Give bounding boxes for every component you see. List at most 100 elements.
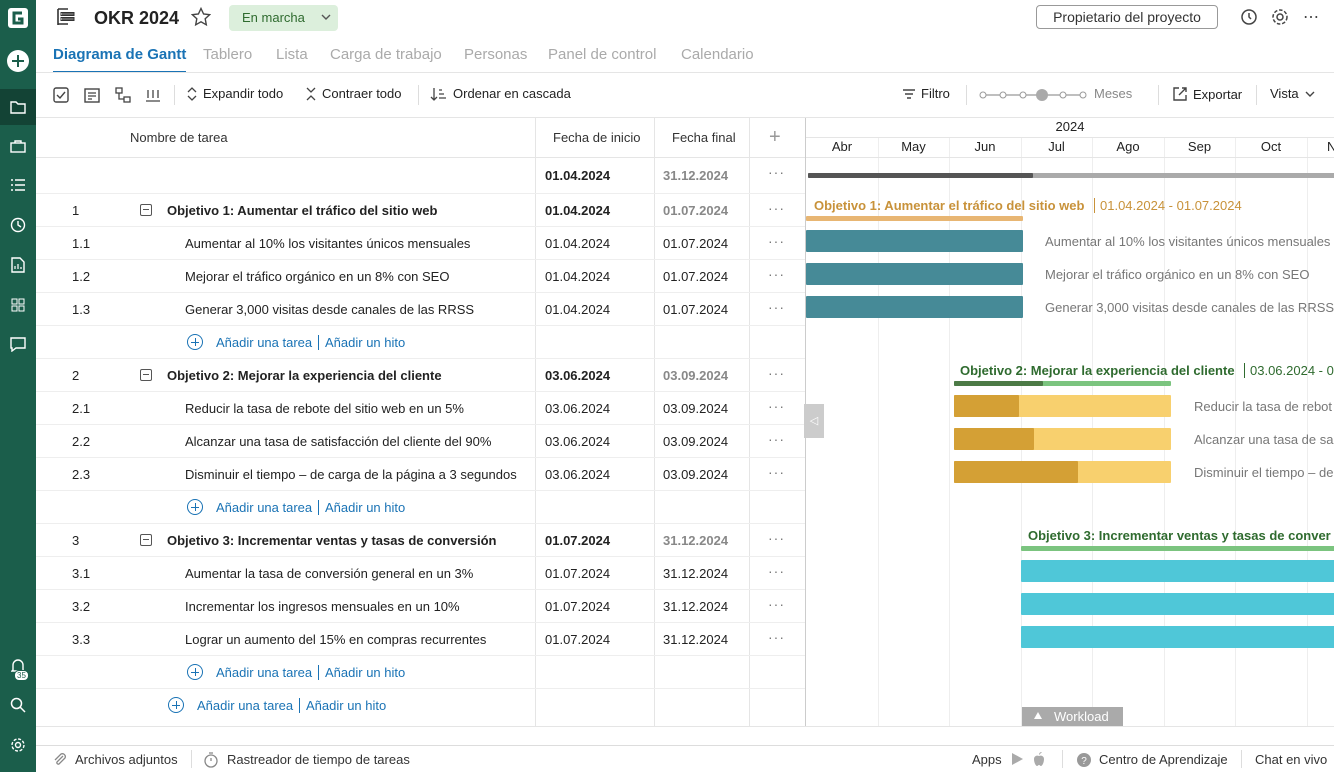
apps-grid-icon[interactable] — [0, 287, 36, 323]
task-start-date[interactable]: 03.06.2024 — [545, 434, 610, 449]
portfolio-briefcase-icon[interactable] — [0, 128, 36, 164]
task-bar[interactable] — [806, 263, 1023, 285]
settings-gear-icon[interactable] — [0, 727, 36, 763]
task-start-date[interactable]: 03.06.2024 — [545, 401, 610, 416]
add-milestone-link[interactable]: Añadir un hito — [318, 665, 405, 680]
more-options-icon[interactable]: ⋯ — [1303, 7, 1320, 27]
task-name[interactable]: Aumentar al 10% los visitantes únicos me… — [185, 236, 470, 251]
task-end-date[interactable]: 03.09.2024 — [663, 434, 728, 449]
task-end-date[interactable]: 31.12.2024 — [663, 632, 728, 647]
select-checkbox-icon[interactable] — [52, 86, 70, 104]
task-row[interactable]: 3.1 Aumentar la tasa de conversión gener… — [36, 557, 805, 590]
row-more-icon[interactable]: ··· — [768, 398, 785, 414]
row-more-icon[interactable]: ··· — [768, 431, 785, 447]
task-name[interactable]: Generar 3,000 visitas desde canales de l… — [185, 302, 474, 317]
task-name[interactable]: Aumentar la tasa de conversión general e… — [185, 566, 473, 581]
task-end-date[interactable]: 31.12.2024 — [663, 533, 728, 548]
task-name[interactable]: Alcanzar una tasa de satisfacción del cl… — [185, 434, 491, 449]
filter-button[interactable]: Filtro — [902, 86, 950, 101]
tab-calendar[interactable]: Calendario — [681, 46, 754, 63]
export-button[interactable]: Exportar — [1172, 86, 1242, 102]
tab-board[interactable]: Tablero — [203, 46, 252, 63]
row-more-icon[interactable]: ··· — [768, 365, 785, 381]
task-end-date[interactable]: 31.12.2024 — [663, 566, 728, 581]
view-dropdown[interactable]: Vista — [1270, 86, 1316, 101]
row-more-icon[interactable]: ··· — [768, 563, 785, 579]
task-bar[interactable] — [1021, 560, 1334, 582]
collapse-grid-handle-icon[interactable]: ◁ — [804, 404, 824, 438]
task-row[interactable]: 3.2 Incrementar los ingresos mensuales e… — [36, 590, 805, 623]
project-settings-gear-icon[interactable] — [1271, 8, 1289, 29]
task-start-date[interactable]: 01.07.2024 — [545, 599, 610, 614]
expand-all-button[interactable]: Expandir todo — [186, 86, 283, 101]
task-end-date[interactable]: 31.12.2024 — [663, 599, 728, 614]
task-name[interactable]: Objetivo 3: Incrementar ventas y tasas d… — [167, 533, 496, 548]
add-milestone-link[interactable]: Añadir un hito — [299, 698, 386, 713]
task-end-date[interactable]: 01.07.2024 — [663, 302, 728, 317]
task-name[interactable]: Objetivo 2: Mejorar la experiencia del c… — [167, 368, 442, 383]
list-icon[interactable] — [0, 167, 36, 203]
add-milestone-link[interactable]: Añadir un hito — [318, 335, 405, 350]
tab-dashboard[interactable]: Panel de control — [548, 46, 656, 63]
apple-store-icon[interactable] — [1032, 752, 1046, 771]
add-plus-icon[interactable] — [187, 664, 203, 680]
column-header-start-date[interactable]: Fecha de inicio — [553, 130, 640, 145]
attachments-link[interactable]: Archivos adjuntos — [75, 752, 178, 767]
task-end-date[interactable]: 03.09.2024 — [663, 401, 728, 416]
task-name[interactable]: Lograr un aumento del 15% en compras rec… — [185, 632, 486, 647]
row-more-icon[interactable]: ··· — [768, 530, 785, 546]
task-end-date[interactable]: 03.09.2024 — [663, 368, 728, 383]
task-end-date[interactable]: 01.07.2024 — [663, 203, 728, 218]
workload-toggle-button[interactable]: Workload — [1022, 707, 1123, 726]
task-start-date[interactable]: 01.07.2024 — [545, 566, 610, 581]
favorite-star-icon[interactable] — [190, 6, 212, 30]
row-more-icon[interactable]: ··· — [768, 164, 785, 180]
task-end-date[interactable]: 03.09.2024 — [663, 467, 728, 482]
task-row[interactable]: 1.1 Aumentar al 10% los visitantes único… — [36, 227, 805, 260]
comments-icon[interactable] — [0, 326, 36, 362]
reports-document-icon[interactable] — [0, 247, 36, 283]
task-row[interactable]: 2.1 Reducir la tasa de rebote del sitio … — [36, 392, 805, 425]
task-bar[interactable] — [806, 230, 1023, 252]
task-name[interactable]: Incrementar los ingresos mensuales en un… — [185, 599, 460, 614]
add-milestone-link[interactable]: Añadir un hito — [318, 500, 405, 515]
collapse-toggle-icon[interactable] — [140, 204, 152, 216]
tab-workload[interactable]: Carga de trabajo — [330, 46, 442, 63]
task-bar[interactable] — [806, 296, 1023, 318]
task-row[interactable]: 1.2 Mejorar el tráfico orgánico en un 8%… — [36, 260, 805, 293]
task-row[interactable]: 1.3 Generar 3,000 visitas desde canales … — [36, 293, 805, 326]
row-more-icon[interactable]: ··· — [768, 233, 785, 249]
row-more-icon[interactable]: ··· — [768, 629, 785, 645]
group-row[interactable]: 1 Objetivo 1: Aumentar el tráfico del si… — [36, 194, 805, 227]
add-task-link[interactable]: Añadir una tarea — [197, 698, 293, 713]
project-title[interactable]: OKR 2024 — [94, 8, 179, 29]
row-more-icon[interactable]: ··· — [768, 266, 785, 282]
projects-folder-icon[interactable] — [0, 89, 36, 125]
add-plus-icon[interactable] — [187, 499, 203, 515]
group-row[interactable]: 3 Objetivo 3: Incrementar ventas y tasas… — [36, 524, 805, 557]
add-plus-icon[interactable] — [168, 697, 184, 713]
help-question-icon[interactable]: ? — [1076, 752, 1092, 771]
task-start-date[interactable]: 03.06.2024 — [545, 467, 610, 482]
task-name[interactable]: Objetivo 1: Aumentar el tráfico del siti… — [167, 203, 437, 218]
task-row[interactable]: 3.3 Lograr un aumento del 15% en compras… — [36, 623, 805, 656]
group-bar[interactable] — [806, 216, 1023, 221]
group-row[interactable]: 2 Objetivo 2: Mejorar la experiencia del… — [36, 359, 805, 392]
task-list-icon[interactable] — [83, 86, 101, 104]
task-end-date[interactable]: 01.07.2024 — [663, 269, 728, 284]
task-name[interactable]: Reducir la tasa de rebote del sitio web … — [185, 401, 464, 416]
add-plus-icon[interactable] — [187, 334, 203, 350]
tab-people[interactable]: Personas — [464, 46, 527, 63]
task-row[interactable]: 2.3 Disminuir el tiempo – de carga de la… — [36, 458, 805, 491]
task-start-date[interactable]: 03.06.2024 — [545, 368, 610, 383]
learning-center-link[interactable]: Centro de Aprendizaje — [1099, 752, 1228, 767]
search-icon[interactable] — [0, 687, 36, 723]
history-icon[interactable] — [1240, 8, 1258, 29]
attachments-paperclip-icon[interactable] — [52, 752, 68, 771]
column-header-task-name[interactable]: Nombre de tarea — [130, 130, 228, 145]
tab-list[interactable]: Lista — [276, 46, 308, 63]
add-task-link[interactable]: Añadir una tarea — [216, 500, 312, 515]
time-tracker-link[interactable]: Rastreador de tiempo de tareas — [227, 752, 410, 767]
project-summary-row[interactable]: 01.04.2024 31.12.2024 ··· — [36, 158, 805, 194]
ganttpro-logo-icon[interactable] — [0, 0, 36, 36]
